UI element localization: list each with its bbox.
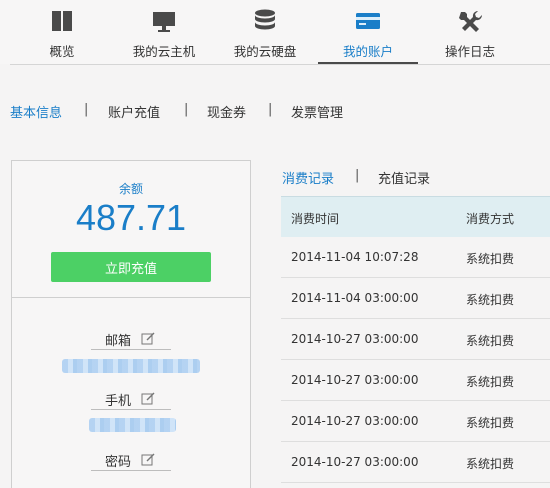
nav-item-cloud-hosts[interactable]: 我的云主机	[114, 0, 214, 64]
recharge-now-button[interactable]: 立即充值	[51, 252, 211, 282]
cell-time: 2014-11-04 03:00:00	[291, 291, 419, 305]
credit-card-icon	[356, 13, 380, 29]
table-row: 2014-11-04 03:00:00 系统扣费	[281, 278, 550, 319]
nav-item-my-account[interactable]: 我的账户	[318, 0, 418, 64]
cell-method: 系统扣费	[466, 334, 515, 348]
cell-time: 2014-10-27 03:00:00	[291, 414, 419, 428]
cell-time: 2014-10-27 03:00:00	[291, 455, 419, 469]
subnav-tab-basic-info[interactable]: 基本信息	[10, 102, 62, 121]
password-field: 密码	[91, 451, 171, 471]
table-row: 2014-11-04 10:07:28 系统扣费	[281, 237, 550, 278]
edit-icon[interactable]	[141, 392, 155, 406]
nav-item-overview[interactable]: 概览	[12, 0, 112, 64]
balance-value: 487.71	[75, 197, 187, 238]
subnav-separator: |	[268, 102, 273, 117]
subnav-tab-account-recharge[interactable]: 账户充值	[108, 102, 160, 121]
cell-method: 系统扣费	[466, 375, 515, 389]
nav-label-operation-log: 操作日志	[444, 44, 495, 59]
database-icon	[255, 9, 275, 30]
account-card: 余额 487.71 立即充值 邮箱 手机 密码	[11, 160, 251, 488]
cell-method: 系统扣费	[466, 416, 515, 430]
password-label: 密码	[105, 455, 132, 470]
nav-label-cloud-disks: 我的云硬盘	[233, 44, 297, 59]
subnav-separator: |	[84, 102, 89, 117]
nav-label-cloud-hosts: 我的云主机	[132, 44, 196, 59]
phone-field: 手机	[91, 390, 171, 410]
email-value-redacted	[62, 359, 200, 373]
book-icon	[52, 11, 72, 31]
phone-label: 手机	[105, 394, 132, 409]
email-field: 邮箱	[91, 330, 171, 350]
phone-value-redacted	[89, 418, 176, 432]
nav-divider	[10, 64, 550, 65]
nav-label-my-account: 我的账户	[342, 44, 393, 59]
nav-item-cloud-disks[interactable]: 我的云硬盘	[215, 0, 315, 64]
subnav-separator: |	[184, 102, 189, 117]
cell-method: 系统扣费	[466, 457, 515, 471]
records-tab-separator: |	[355, 168, 360, 183]
cell-time: 2014-10-27 03:00:00	[291, 332, 419, 346]
cell-time: 2014-10-27 03:00:00	[291, 373, 419, 387]
tab-consumption-records[interactable]: 消费记录	[282, 168, 334, 187]
nav-label-overview: 概览	[49, 44, 75, 59]
subnav-tab-invoice-management[interactable]: 发票管理	[291, 102, 343, 121]
column-header-time: 消费时间	[291, 212, 340, 226]
table-row: 2014-10-27 03:00:00 系统扣费	[281, 360, 550, 401]
edit-icon[interactable]	[141, 332, 155, 346]
card-divider	[12, 297, 250, 298]
tab-recharge-records[interactable]: 充值记录	[378, 168, 430, 187]
column-header-method: 消费方式	[466, 212, 515, 226]
cell-time: 2014-11-04 10:07:28	[291, 250, 419, 264]
edit-icon[interactable]	[141, 453, 155, 467]
table-row: 2014-10-27 03:00:00 系统扣费	[281, 442, 550, 483]
records-table-header: 消费时间 消费方式	[281, 196, 550, 237]
tools-icon	[459, 10, 483, 32]
table-row: 2014-10-27 03:00:00 系统扣费	[281, 401, 550, 442]
table-row: 2014-10-27 03:00:00 系统扣费	[281, 319, 550, 360]
email-label: 邮箱	[105, 334, 132, 349]
monitor-icon	[153, 12, 175, 32]
cell-method: 系统扣费	[466, 252, 515, 266]
subnav-tab-cash-coupon[interactable]: 现金券	[207, 102, 246, 121]
nav-item-operation-log[interactable]: 操作日志	[420, 0, 520, 64]
balance-label: 余额	[118, 182, 143, 196]
cell-method: 系统扣费	[466, 293, 515, 307]
top-nav: 概览 我的云主机 我的云硬盘 我的账户 操作日志	[0, 0, 550, 64]
